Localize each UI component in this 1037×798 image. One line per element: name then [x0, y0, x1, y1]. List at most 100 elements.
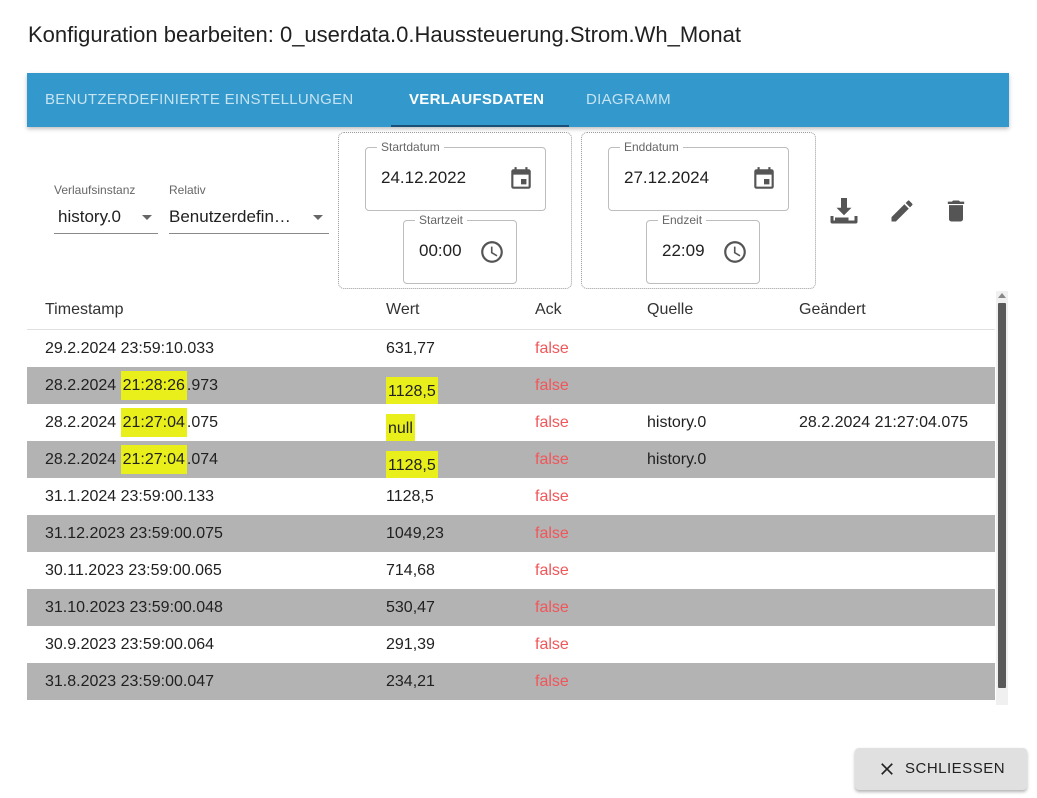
- timestamp-millis: .074: [186, 451, 219, 468]
- download-icon[interactable]: [826, 192, 862, 228]
- chevron-down-icon: [313, 215, 323, 220]
- timestamp-date: 29.2.2024 23:59:10.033: [45, 340, 215, 357]
- table-row[interactable]: 31.8.2023 23:59:00.047 234,21 false: [27, 663, 995, 700]
- relative-label: Relativ: [169, 183, 206, 197]
- table-row[interactable]: 30.11.2023 23:59:00.065 714,68 false: [27, 552, 995, 589]
- start-date-input[interactable]: [381, 168, 501, 188]
- instance-label: Verlaufsinstanz: [54, 183, 136, 197]
- timestamp-cell: 31.12.2023 23:59:00.075: [45, 525, 223, 543]
- ack-cell: false: [535, 451, 569, 468]
- timestamp-date: 31.12.2023 23:59:00.075: [45, 525, 223, 542]
- start-date-label: Startdatum: [377, 140, 444, 154]
- tab-history-data[interactable]: VERLAUFSDATEN: [409, 73, 544, 127]
- clock-icon[interactable]: [722, 239, 748, 265]
- table-row[interactable]: 28.2.2024 21:28:26.973 1128,5 false: [27, 367, 995, 407]
- table-header: Timestamp Wert Ack Quelle Geändert: [27, 291, 995, 330]
- active-tab-indicator: [391, 125, 569, 127]
- timestamp-cell: 30.9.2023 23:59:00.064: [45, 636, 214, 654]
- relative-select-value: Benutzerdefin…: [169, 207, 291, 226]
- ack-cell: false: [535, 673, 569, 690]
- value-cell: 291,39: [386, 636, 435, 653]
- timestamp-cell: 30.11.2023 23:59:00.065: [45, 562, 222, 580]
- table-row[interactable]: 28.2.2024 21:27:04.075 null false history.0…: [27, 404, 995, 444]
- end-time-field[interactable]: Endzeit: [646, 213, 760, 284]
- clock-icon[interactable]: [479, 239, 505, 265]
- ack-cell: false: [535, 599, 569, 616]
- timestamp-date: 28.2.2024: [45, 414, 121, 431]
- timestamp-cell: 28.2.2024 21:27:04.075: [45, 408, 219, 437]
- history-table: Timestamp Wert Ack Quelle Geändert 29.2.…: [27, 291, 995, 705]
- column-header-ack[interactable]: Ack: [535, 301, 562, 319]
- value-cell: null: [386, 414, 415, 444]
- table-row[interactable]: 30.9.2023 23:59:00.064 291,39 false: [27, 626, 995, 663]
- scroll-up-arrow-icon[interactable]: [998, 293, 1006, 298]
- column-header-value[interactable]: Wert: [386, 301, 419, 319]
- changed-cell: 28.2.2024 21:27:04.075: [799, 414, 969, 431]
- timestamp-date: 28.2.2024: [45, 377, 121, 394]
- value-cell: 530,47: [386, 599, 435, 616]
- timestamp-date: 30.11.2023 23:59:00.065: [45, 562, 222, 579]
- table-row[interactable]: 31.12.2023 23:59:00.075 1049,23 false: [27, 515, 995, 552]
- tab-bar: BENUTZERDEFINIERTE EINSTELLUNGEN VERLAUF…: [27, 73, 1009, 127]
- tab-chart[interactable]: DIAGRAMM: [586, 73, 671, 127]
- end-time-input[interactable]: [662, 241, 705, 261]
- timestamp-time-highlight: 21:27:04: [120, 445, 187, 474]
- end-time-label: Endzeit: [658, 213, 707, 227]
- start-time-field[interactable]: Startzeit: [403, 213, 517, 284]
- value-cell: 1128,5: [386, 488, 434, 505]
- timestamp-cell: 28.2.2024 21:28:26.973: [45, 371, 219, 400]
- timestamp-date: 31.1.2024 23:59:00.133: [45, 488, 215, 505]
- timestamp-date: 28.2.2024: [45, 451, 121, 468]
- column-header-source[interactable]: Quelle: [647, 301, 693, 319]
- pencil-icon[interactable]: [888, 197, 916, 225]
- table-row[interactable]: 29.2.2024 23:59:10.033 631,77 false: [27, 330, 995, 367]
- chevron-down-icon: [142, 215, 152, 220]
- timestamp-date: 31.10.2023 23:59:00.048: [45, 599, 223, 616]
- timestamp-cell: 29.2.2024 23:59:10.033: [45, 340, 214, 358]
- value-cell: 714,68: [386, 562, 435, 579]
- start-date-field[interactable]: Startdatum: [365, 140, 546, 211]
- ack-cell: false: [535, 340, 569, 357]
- close-button-label: SCHLIESSEN: [905, 760, 1006, 777]
- timestamp-cell: 31.1.2024 23:59:00.133: [45, 488, 214, 506]
- start-time-input[interactable]: [419, 241, 462, 261]
- timestamp-date: 31.8.2023 23:59:00.047: [45, 673, 215, 690]
- ack-cell: false: [535, 488, 569, 505]
- value-cell: 1049,23: [386, 525, 444, 542]
- source-cell: history.0: [647, 414, 707, 431]
- timestamp-time-highlight: 21:28:26: [120, 371, 187, 400]
- timestamp-millis: .973: [186, 377, 219, 394]
- dialog-title: Konfiguration bearbeiten: 0_userdata.0.H…: [28, 22, 741, 47]
- trash-icon[interactable]: [942, 197, 970, 225]
- relative-select[interactable]: Benutzerdefin…: [169, 203, 329, 234]
- timestamp-millis: .075: [186, 414, 219, 431]
- calendar-icon[interactable]: [751, 166, 777, 192]
- timestamp-cell: 31.10.2023 23:59:00.048: [45, 599, 223, 617]
- ack-cell: false: [535, 525, 569, 542]
- column-header-timestamp[interactable]: Timestamp: [45, 301, 124, 319]
- start-time-label: Startzeit: [415, 213, 468, 227]
- value-cell: 234,21: [386, 673, 435, 690]
- value-cell: 631,77: [386, 340, 435, 357]
- ack-cell: false: [535, 377, 569, 394]
- value-cell: 1128,5: [386, 377, 438, 407]
- scrollbar-thumb[interactable]: [998, 303, 1006, 688]
- column-header-changed[interactable]: Geändert: [799, 301, 866, 319]
- table-row[interactable]: 28.2.2024 21:27:04.074 1128,5 false history…: [27, 441, 995, 481]
- timestamp-cell: 31.8.2023 23:59:00.047: [45, 673, 214, 691]
- calendar-icon[interactable]: [508, 166, 534, 192]
- instance-select[interactable]: history.0: [54, 203, 158, 234]
- close-button[interactable]: SCHLIESSEN: [855, 748, 1027, 790]
- end-date-input[interactable]: [624, 168, 744, 188]
- close-icon: [881, 763, 893, 775]
- ack-cell: false: [535, 414, 569, 431]
- ack-cell: false: [535, 562, 569, 579]
- instance-select-value: history.0: [58, 207, 121, 226]
- timestamp-date: 30.9.2023 23:59:00.064: [45, 636, 215, 653]
- table-scrollbar[interactable]: [996, 291, 1008, 705]
- tab-custom-settings[interactable]: BENUTZERDEFINIERTE EINSTELLUNGEN: [45, 73, 354, 127]
- end-date-field[interactable]: Enddatum: [608, 140, 789, 211]
- table-row[interactable]: 31.10.2023 23:59:00.048 530,47 false: [27, 589, 995, 626]
- timestamp-time-highlight: 21:27:04: [120, 408, 187, 437]
- table-row[interactable]: 31.1.2024 23:59:00.133 1128,5 false: [27, 478, 995, 515]
